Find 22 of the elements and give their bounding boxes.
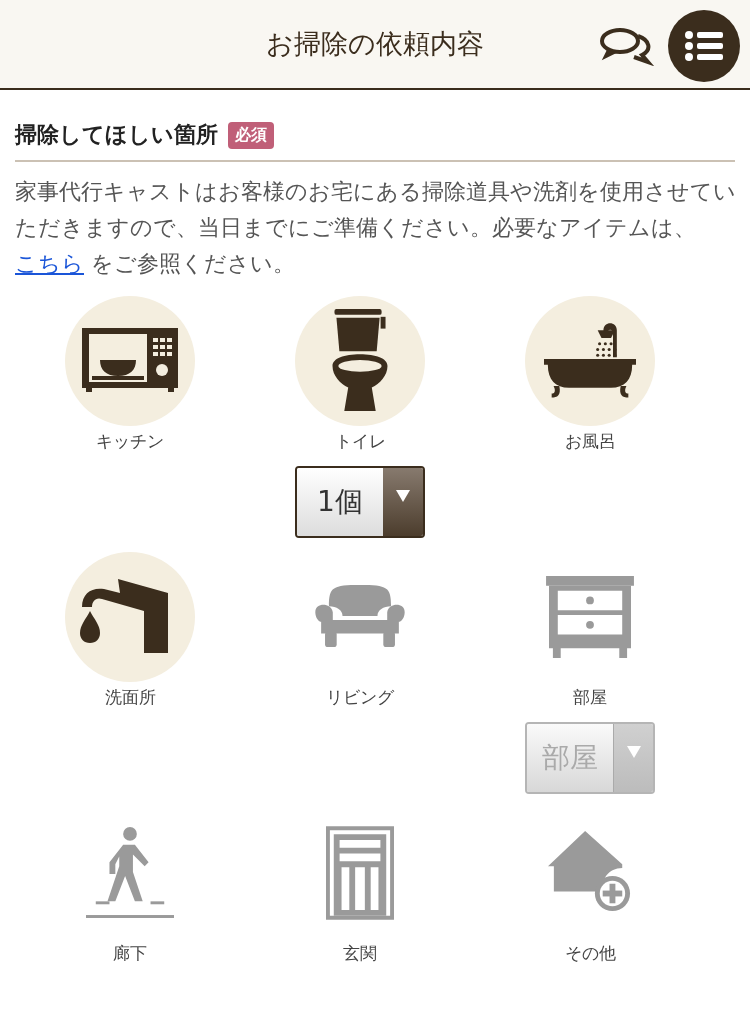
count-dropdown[interactable]: 1個 xyxy=(295,466,425,538)
walking-person-icon xyxy=(86,826,174,920)
area-label: キッチン xyxy=(96,430,164,453)
area-label: 洗面所 xyxy=(104,686,156,709)
area-label: お風呂 xyxy=(564,430,616,453)
required-badge: 必須 xyxy=(228,121,274,149)
drawer-chest-icon xyxy=(545,576,635,658)
chat-icon[interactable] xyxy=(598,26,654,66)
area-label: 廊下 xyxy=(113,942,147,965)
caret-icon xyxy=(396,490,410,502)
reference-link[interactable]: こちら xyxy=(15,251,84,276)
area-label: その他 xyxy=(564,942,616,965)
section-heading: 掃除してほしい箇所 xyxy=(15,121,218,149)
page-title: お掃除の依頼内容 xyxy=(266,27,484,61)
menu-icon xyxy=(684,30,724,62)
intro-text: 家事代行キャストはお客様のお宅にある掃除道具や洗剤を使用させていただきますので、当日までにご準備ください。必要なアイテムは、 こちら をご参照ください。 xyxy=(15,178,737,278)
area-label: 玄関 xyxy=(343,942,377,965)
area-label: リビング xyxy=(326,686,394,709)
caret-icon xyxy=(626,746,641,758)
area-label: 部屋 xyxy=(573,686,607,709)
area-label: トイレ xyxy=(334,430,386,453)
door-icon xyxy=(326,825,394,921)
